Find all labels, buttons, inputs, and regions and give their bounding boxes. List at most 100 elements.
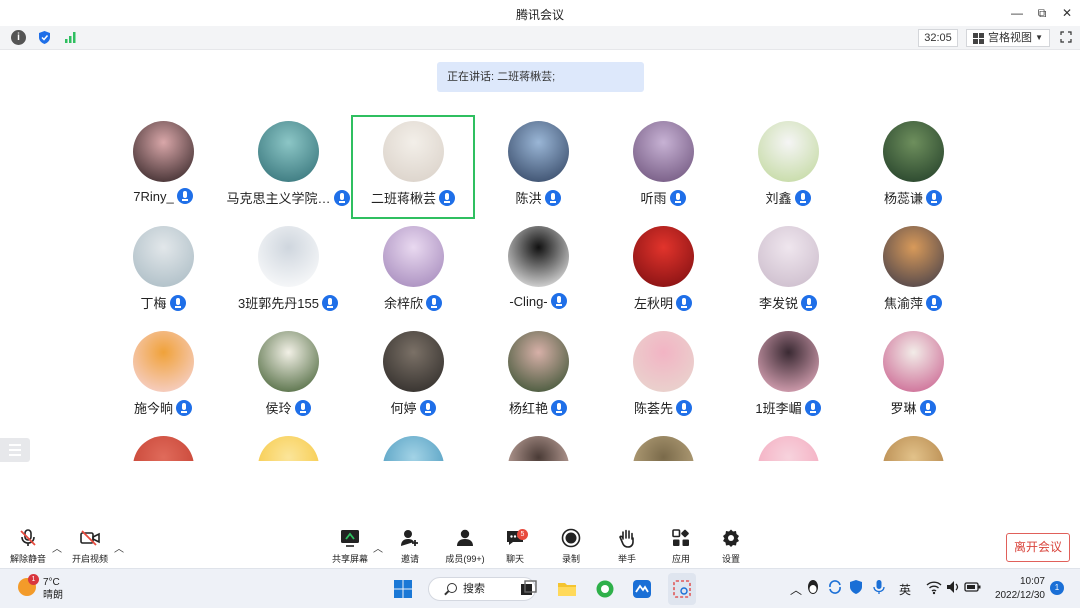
notification-badge[interactable]: 1 (1050, 581, 1064, 595)
mic-status-icon (439, 190, 455, 206)
battery-icon[interactable] (964, 579, 982, 595)
participant-tile[interactable]: 3班郭先丹155 (226, 220, 350, 324)
close-button[interactable]: ✕ (1056, 4, 1078, 22)
info-icon[interactable]: i (11, 30, 26, 45)
participant-avatar-partial[interactable] (758, 436, 819, 461)
participant-tile[interactable]: 丁梅 (101, 220, 225, 324)
apps-button[interactable]: 应用 (666, 528, 696, 565)
participant-tile[interactable]: 1班李嵋 (726, 325, 850, 429)
task-view-icon[interactable] (518, 579, 538, 599)
tencent-meeting-app-icon[interactable] (632, 579, 652, 599)
microphone-tray-icon[interactable] (872, 579, 886, 595)
raise-hand-label: 举手 (617, 554, 636, 564)
start-video-button[interactable]: 开启视频 (70, 528, 110, 565)
search-icon (447, 583, 457, 593)
participant-tile[interactable]: 何婷 (351, 325, 475, 429)
unmute-button[interactable]: 解除静音 (8, 528, 48, 565)
weather-widget[interactable]: 7°C 晴朗 (43, 576, 63, 602)
minimize-button[interactable]: — (1006, 4, 1028, 22)
raise-hand-button[interactable]: 举手 (612, 528, 642, 565)
participant-avatar (508, 226, 569, 287)
layout-view-label: 宫格视图 (988, 32, 1032, 44)
video-options-chevron-icon[interactable]: ︿ (114, 540, 124, 555)
windows-taskbar: 1 7°C 晴朗 搜索 ︿ 英 10:07 2022/12/30 1 (0, 568, 1080, 608)
input-method-indicator[interactable]: 英 (899, 581, 911, 598)
participant-avatar (133, 331, 194, 392)
participant-tile[interactable]: 焦渝萍 (851, 220, 975, 324)
record-button[interactable]: 录制 (556, 528, 586, 565)
participant-tile[interactable]: 陈荟先 (601, 325, 725, 429)
tray-overflow-chevron-icon[interactable]: ︿ (790, 581, 802, 598)
system-clock[interactable]: 10:07 2022/12/30 (993, 575, 1045, 603)
meeting-window: 腾讯会议 — ⧉ ✕ i 32:05 宫格视图 ▼ 正在讲话: 二班蒋楸芸; 7… (0, 0, 1080, 608)
members-button[interactable]: 成员(99+) (440, 528, 490, 565)
mic-status-icon (926, 295, 942, 311)
participant-tile[interactable]: 施今晌 (101, 325, 225, 429)
share-screen-label: 共享屏幕 (331, 554, 368, 564)
participant-tile[interactable]: 罗琳 (851, 325, 975, 429)
network-signal-icon[interactable] (63, 30, 78, 45)
window-title: 腾讯会议 (515, 8, 564, 22)
weather-description: 晴朗 (43, 590, 63, 601)
camera-off-icon (80, 530, 100, 546)
speaker-icon[interactable] (946, 579, 960, 595)
participant-tile[interactable]: 陈洪 (476, 115, 600, 219)
meeting-timer: 32:05 (918, 29, 958, 47)
restore-button[interactable]: ⧉ (1031, 4, 1053, 22)
browser-icon[interactable] (595, 579, 615, 599)
participant-name: -Cling- (509, 294, 548, 309)
wifi-icon[interactable] (926, 579, 942, 595)
participant-avatar-partial[interactable] (258, 436, 319, 461)
participant-name-row: 陈洪 (466, 188, 610, 207)
participant-avatar (633, 331, 694, 392)
participant-avatar-partial[interactable] (883, 436, 944, 461)
participant-avatar-partial[interactable] (133, 436, 194, 461)
participant-avatar (258, 331, 319, 392)
participant-tile[interactable]: 二班蒋楸芸 (351, 115, 475, 219)
participant-name: 刘鑫 (765, 191, 792, 206)
fullscreen-icon[interactable] (1060, 31, 1072, 43)
participant-tile[interactable]: 左秋明 (601, 220, 725, 324)
participant-tile[interactable]: 杨蕊谦 (851, 115, 975, 219)
participant-name-row: 二班蒋楸芸 (343, 188, 483, 207)
participant-tile[interactable]: 7Riny_ (101, 115, 225, 219)
participant-avatar (508, 331, 569, 392)
participant-tile[interactable]: 马克思主义学院… (226, 115, 350, 219)
mic-status-icon (794, 190, 811, 206)
participant-name-row: 何婷 (341, 398, 485, 417)
file-explorer-icon[interactable] (557, 579, 577, 599)
windows-start-icon[interactable] (393, 579, 413, 599)
qq-penguin-icon[interactable] (806, 579, 820, 595)
participant-name-row: 7Riny_ (91, 188, 235, 204)
share-screen-button[interactable]: 共享屏幕 (330, 528, 370, 565)
participant-avatar-partial[interactable] (508, 436, 569, 461)
leave-meeting-button[interactable]: 离开会议 (1006, 533, 1070, 562)
shield-icon[interactable] (37, 30, 52, 45)
sync-icon[interactable] (827, 579, 843, 595)
record-icon (561, 528, 581, 548)
mic-status-icon (676, 295, 692, 311)
security-shield-icon[interactable] (848, 579, 864, 595)
participant-tile[interactable]: 听雨 (601, 115, 725, 219)
layout-view-select[interactable]: 宫格视图 ▼ (966, 29, 1050, 47)
settings-button[interactable]: 设置 (716, 528, 746, 565)
participant-name-row: 杨蕊谦 (841, 188, 985, 207)
weather-temperature: 7°C (43, 577, 60, 588)
participant-tile[interactable]: 刘鑫 (726, 115, 850, 219)
participant-tile[interactable]: 李发锐 (726, 220, 850, 324)
list-toggle-button[interactable] (0, 438, 30, 462)
participant-avatar-partial[interactable] (383, 436, 444, 461)
participant-tile[interactable]: 杨红艳 (476, 325, 600, 429)
participant-tile[interactable]: 侯玲 (226, 325, 350, 429)
speaking-banner: 正在讲话: 二班蒋楸芸; (437, 62, 644, 92)
audio-options-chevron-icon[interactable]: ︿ (52, 540, 62, 555)
invite-button[interactable]: 邀请 (392, 528, 428, 565)
participant-tile[interactable]: -Cling- (476, 220, 600, 324)
participant-name-row: 马克思主义学院… (216, 188, 360, 207)
participant-tile[interactable]: 余梓欣 (351, 220, 475, 324)
participant-avatar-partial[interactable] (633, 436, 694, 461)
snipping-tool-icon[interactable] (672, 579, 692, 599)
participant-name: 施今晌 (133, 401, 173, 416)
raise-hand-icon (619, 529, 634, 548)
share-options-chevron-icon[interactable]: ︿ (373, 540, 383, 555)
